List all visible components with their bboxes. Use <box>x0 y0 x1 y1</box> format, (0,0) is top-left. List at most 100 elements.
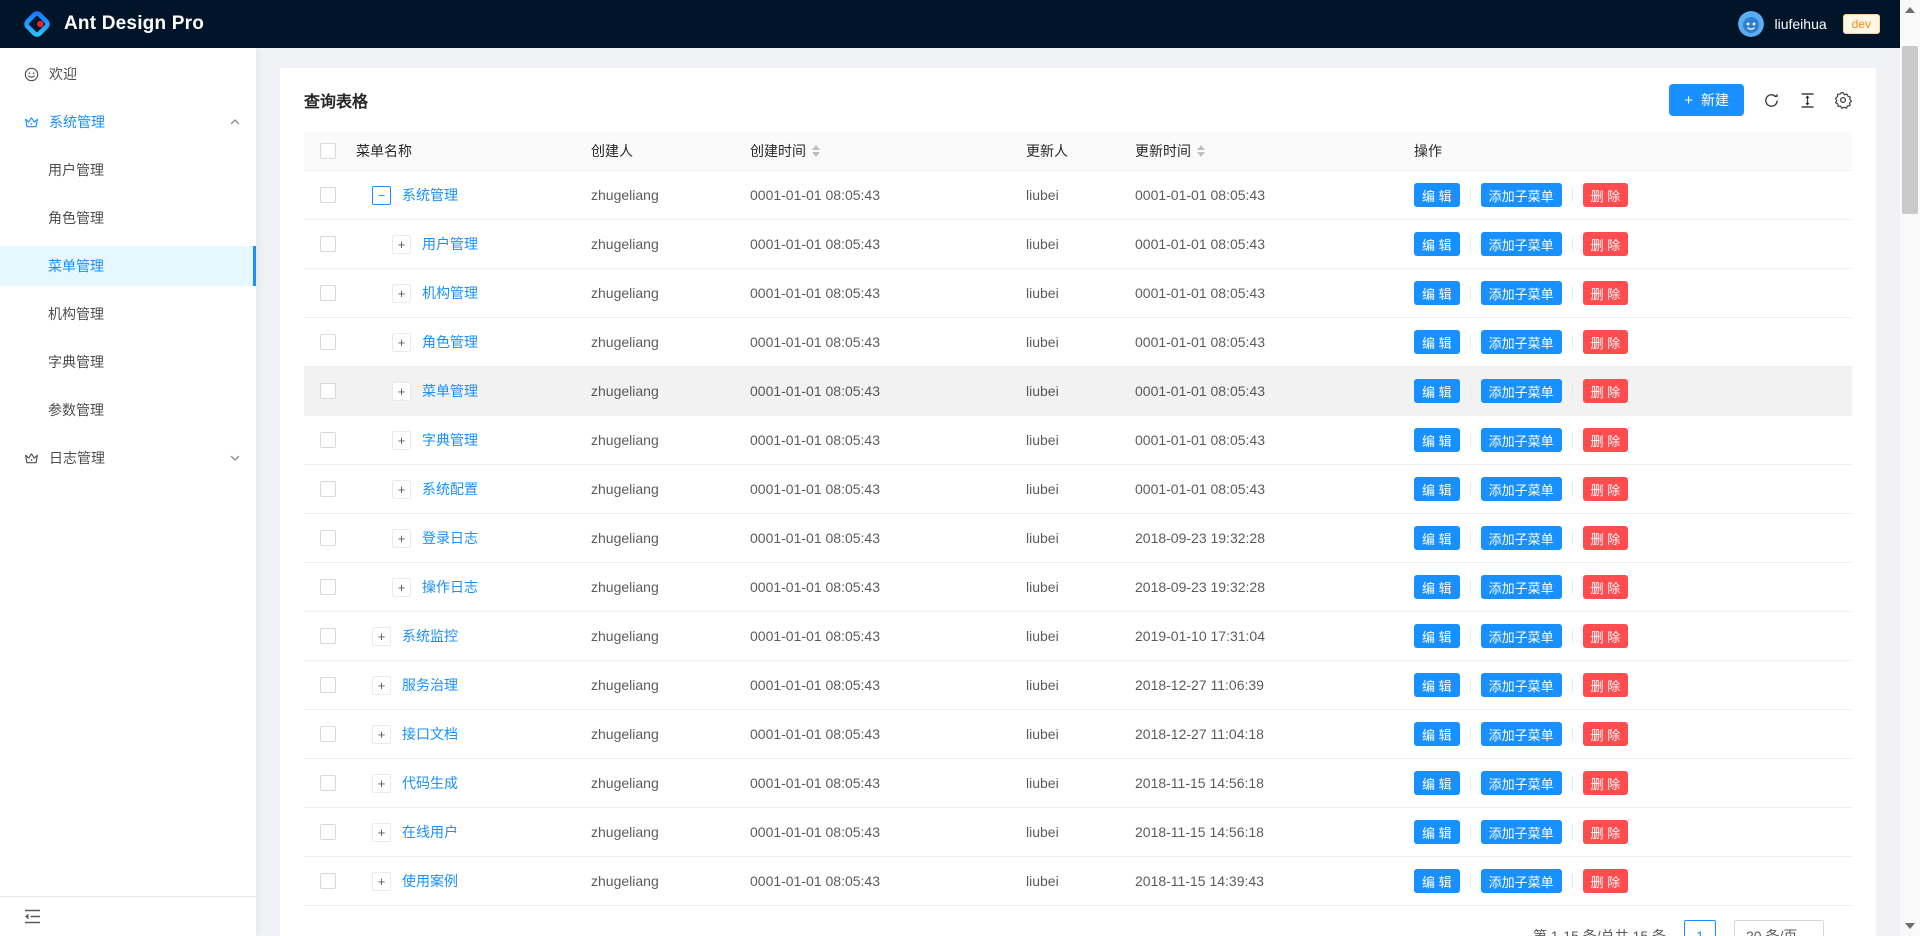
menu-name-link[interactable]: 接口文档 <box>402 724 458 744</box>
row-checkbox[interactable] <box>320 873 336 889</box>
delete-button[interactable]: 删 除 <box>1583 575 1629 599</box>
tree-toggle-icon[interactable]: + <box>392 529 411 548</box>
delete-button[interactable]: 删 除 <box>1583 183 1629 207</box>
delete-button[interactable]: 删 除 <box>1583 232 1629 256</box>
tree-toggle-icon[interactable]: + <box>372 627 391 646</box>
sidebar-item-log-management[interactable]: 日志管理 <box>0 438 256 478</box>
tree-toggle-icon[interactable]: + <box>392 284 411 303</box>
menu-name-link[interactable]: 角色管理 <box>422 332 478 352</box>
tree-toggle-icon[interactable]: + <box>372 872 391 891</box>
delete-button[interactable]: 删 除 <box>1583 673 1629 697</box>
delete-button[interactable]: 删 除 <box>1583 869 1629 893</box>
menu-name-link[interactable]: 字典管理 <box>422 430 478 450</box>
tree-toggle-icon[interactable]: + <box>392 480 411 499</box>
add-submenu-button[interactable]: 添加子菜单 <box>1481 771 1562 795</box>
sorter-icon[interactable] <box>812 145 820 157</box>
row-checkbox[interactable] <box>320 726 336 742</box>
menu-name-link[interactable]: 系统管理 <box>402 185 458 205</box>
tree-toggle-icon[interactable]: + <box>372 823 391 842</box>
edit-button[interactable]: 编 辑 <box>1414 477 1460 501</box>
sorter-icon[interactable] <box>1197 145 1205 157</box>
row-checkbox[interactable] <box>320 824 336 840</box>
username[interactable]: liufeihua <box>1774 16 1826 32</box>
tree-toggle-icon[interactable]: + <box>392 382 411 401</box>
row-checkbox[interactable] <box>320 236 336 252</box>
select-all-checkbox[interactable] <box>320 143 336 159</box>
edit-button[interactable]: 编 辑 <box>1414 820 1460 844</box>
sidebar-subitem[interactable]: 用户管理 <box>0 150 256 190</box>
row-checkbox[interactable] <box>320 628 336 644</box>
column-create-time[interactable]: 创建时间 <box>734 141 1010 161</box>
scroll-up-arrow-icon[interactable] <box>1905 7 1915 13</box>
menu-name-link[interactable]: 机构管理 <box>422 283 478 303</box>
row-checkbox[interactable] <box>320 187 336 203</box>
sidebar-item-welcome[interactable]: 欢迎 <box>0 54 256 94</box>
menu-name-link[interactable]: 系统配置 <box>422 479 478 499</box>
add-submenu-button[interactable]: 添加子菜单 <box>1481 673 1562 697</box>
edit-button[interactable]: 编 辑 <box>1414 624 1460 648</box>
add-submenu-button[interactable]: 添加子菜单 <box>1481 281 1562 305</box>
add-submenu-button[interactable]: 添加子菜单 <box>1481 869 1562 893</box>
menu-name-link[interactable]: 菜单管理 <box>422 381 478 401</box>
sidebar-subitem[interactable]: 菜单管理 <box>0 246 256 286</box>
add-submenu-button[interactable]: 添加子菜单 <box>1481 379 1562 403</box>
scrollbar-thumb[interactable] <box>1902 46 1918 214</box>
edit-button[interactable]: 编 辑 <box>1414 232 1460 256</box>
delete-button[interactable]: 删 除 <box>1583 477 1629 501</box>
settings-gear-icon[interactable] <box>1834 91 1852 109</box>
sidebar-subitem[interactable]: 角色管理 <box>0 198 256 238</box>
menu-name-link[interactable]: 在线用户 <box>402 822 458 842</box>
delete-button[interactable]: 删 除 <box>1583 820 1629 844</box>
delete-button[interactable]: 删 除 <box>1583 281 1629 305</box>
tree-toggle-icon[interactable]: + <box>392 578 411 597</box>
delete-button[interactable]: 删 除 <box>1583 379 1629 403</box>
menu-name-link[interactable]: 使用案例 <box>402 871 458 891</box>
row-checkbox[interactable] <box>320 285 336 301</box>
sidebar-item-system-management[interactable]: 系统管理 <box>0 102 256 142</box>
menu-name-link[interactable]: 服务治理 <box>402 675 458 695</box>
row-checkbox[interactable] <box>320 432 336 448</box>
tree-toggle-icon[interactable]: + <box>392 235 411 254</box>
add-submenu-button[interactable]: 添加子菜单 <box>1481 575 1562 599</box>
tree-toggle-icon[interactable]: + <box>392 333 411 352</box>
edit-button[interactable]: 编 辑 <box>1414 722 1460 746</box>
edit-button[interactable]: 编 辑 <box>1414 771 1460 795</box>
column-update-time[interactable]: 更新时间 <box>1119 141 1398 161</box>
add-submenu-button[interactable]: 添加子菜单 <box>1481 526 1562 550</box>
edit-button[interactable]: 编 辑 <box>1414 526 1460 550</box>
sidebar-subitem[interactable]: 字典管理 <box>0 342 256 382</box>
add-submenu-button[interactable]: 添加子菜单 <box>1481 183 1562 207</box>
delete-button[interactable]: 删 除 <box>1583 771 1629 795</box>
edit-button[interactable]: 编 辑 <box>1414 428 1460 452</box>
row-checkbox[interactable] <box>320 481 336 497</box>
sidebar-subitem[interactable]: 参数管理 <box>0 390 256 430</box>
add-submenu-button[interactable]: 添加子菜单 <box>1481 820 1562 844</box>
menu-name-link[interactable]: 系统监控 <box>402 626 458 646</box>
add-submenu-button[interactable]: 添加子菜单 <box>1481 624 1562 648</box>
scrollbar[interactable] <box>1900 0 1920 936</box>
edit-button[interactable]: 编 辑 <box>1414 673 1460 697</box>
row-checkbox[interactable] <box>320 334 336 350</box>
edit-button[interactable]: 编 辑 <box>1414 330 1460 354</box>
tree-toggle-icon[interactable]: + <box>372 774 391 793</box>
avatar[interactable] <box>1738 11 1764 37</box>
edit-button[interactable]: 编 辑 <box>1414 183 1460 207</box>
edit-button[interactable]: 编 辑 <box>1414 281 1460 305</box>
page-size-select[interactable]: 20 条/页 <box>1734 920 1824 936</box>
edit-button[interactable]: 编 辑 <box>1414 575 1460 599</box>
row-checkbox[interactable] <box>320 530 336 546</box>
add-submenu-button[interactable]: 添加子菜单 <box>1481 428 1562 452</box>
row-checkbox[interactable] <box>320 383 336 399</box>
delete-button[interactable]: 删 除 <box>1583 526 1629 550</box>
menu-name-link[interactable]: 用户管理 <box>422 234 478 254</box>
delete-button[interactable]: 删 除 <box>1583 428 1629 452</box>
tree-toggle-icon[interactable]: + <box>372 676 391 695</box>
new-button[interactable]: + 新建 <box>1669 84 1744 116</box>
scroll-down-arrow-icon[interactable] <box>1905 923 1915 929</box>
tree-toggle-icon[interactable]: + <box>372 725 391 744</box>
sidebar-subitem[interactable]: 机构管理 <box>0 294 256 334</box>
delete-button[interactable]: 删 除 <box>1583 624 1629 648</box>
row-checkbox[interactable] <box>320 579 336 595</box>
row-checkbox[interactable] <box>320 775 336 791</box>
menu-name-link[interactable]: 登录日志 <box>422 528 478 548</box>
